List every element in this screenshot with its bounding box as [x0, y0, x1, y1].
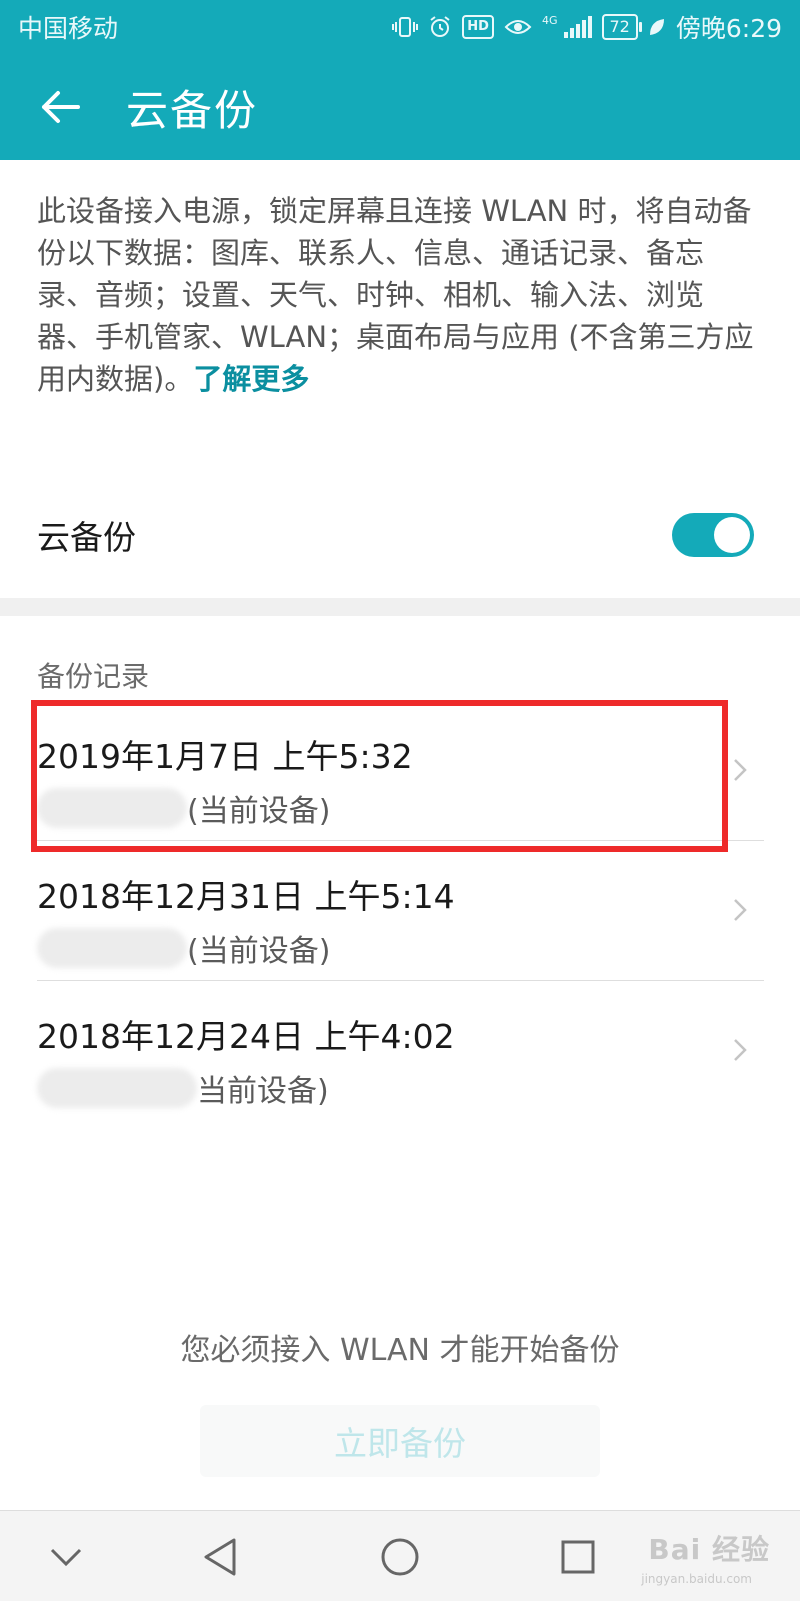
chevron-right-icon [734, 759, 747, 781]
nav-home-button[interactable] [376, 1533, 424, 1581]
record-device-label: 当前设备) [197, 1074, 329, 1109]
cloud-backup-label: 云备份 [37, 518, 136, 557]
vibrate-icon [392, 15, 419, 39]
page-title: 云备份 [126, 85, 259, 135]
record-device: (当前设备) [37, 786, 330, 830]
status-bar: 中国移动 HD 4G 72 傍晚6:29 [0, 0, 800, 54]
square-recents-icon [561, 1540, 595, 1574]
app-bar: 云备份 [0, 54, 800, 160]
backup-description: 此设备接入电源，锁定屏幕且连接 WLAN 时，将自动备份以下数据：图库、联系人、… [37, 190, 757, 400]
redacted-device-name [37, 1068, 197, 1108]
network-type: 4G [541, 14, 558, 27]
leaf-icon [648, 17, 666, 37]
record-date: 2018年12月31日 上午5:14 [37, 877, 455, 916]
circle-home-icon [381, 1538, 419, 1576]
nav-back-button[interactable] [196, 1533, 244, 1581]
eye-comfort-icon [504, 17, 532, 37]
clock: 傍晚6:29 [675, 14, 782, 43]
record-device-label: (当前设备) [187, 794, 331, 829]
chevron-right-icon [734, 899, 747, 921]
description-text: 此设备接入电源，锁定屏幕且连接 WLAN 时，将自动备份以下数据：图库、联系人、… [37, 194, 754, 396]
record-device: 当前设备) [37, 1066, 329, 1110]
back-button[interactable] [30, 77, 90, 137]
backup-now-button[interactable]: 立即备份 [200, 1405, 600, 1477]
carrier-name: 中国移动 [18, 14, 119, 43]
backup-record[interactable]: 2018年12月31日 上午5:14 (当前设备) [0, 840, 800, 980]
redacted-device-name [37, 928, 187, 968]
chevron-right-icon [734, 1039, 747, 1061]
wlan-required-note: 您必须接入 WLAN 才能开始备份 [180, 1333, 620, 1368]
status-icons: HD 4G 72 傍晚6:29 [392, 9, 782, 45]
hd-icon: HD [462, 15, 494, 39]
baidu-watermark: Bai 经验 [648, 1533, 770, 1566]
record-device: (当前设备) [37, 926, 330, 970]
record-date: 2018年12月24日 上午4:02 [37, 1017, 455, 1056]
redacted-device-name [37, 788, 187, 828]
backup-records-header: 备份记录 [37, 660, 150, 693]
signal-icon [563, 16, 592, 38]
record-device-label: (当前设备) [187, 934, 331, 969]
backup-record[interactable]: 2018年12月24日 上午4:02 当前设备) [0, 980, 800, 1120]
triangle-back-icon [204, 1538, 236, 1576]
learn-more-link[interactable]: 了解更多 [193, 362, 309, 396]
battery-icon: 72 [601, 14, 643, 40]
section-divider [0, 598, 800, 616]
record-date: 2019年1月7日 上午5:32 [37, 737, 413, 776]
arrow-left-icon [42, 91, 80, 123]
cloud-backup-switch[interactable] [672, 513, 754, 557]
baidu-watermark-url: jingyan.baidu.com [641, 1572, 752, 1586]
nav-hide-button[interactable] [42, 1533, 90, 1581]
switch-knob [714, 517, 750, 553]
chevron-down-icon [50, 1548, 82, 1567]
nav-recents-button[interactable] [554, 1533, 602, 1581]
cloud-backup-toggle-row[interactable]: 云备份 [0, 490, 800, 580]
backup-record[interactable]: 2019年1月7日 上午5:32 (当前设备) [0, 700, 800, 840]
alarm-icon [428, 15, 452, 39]
